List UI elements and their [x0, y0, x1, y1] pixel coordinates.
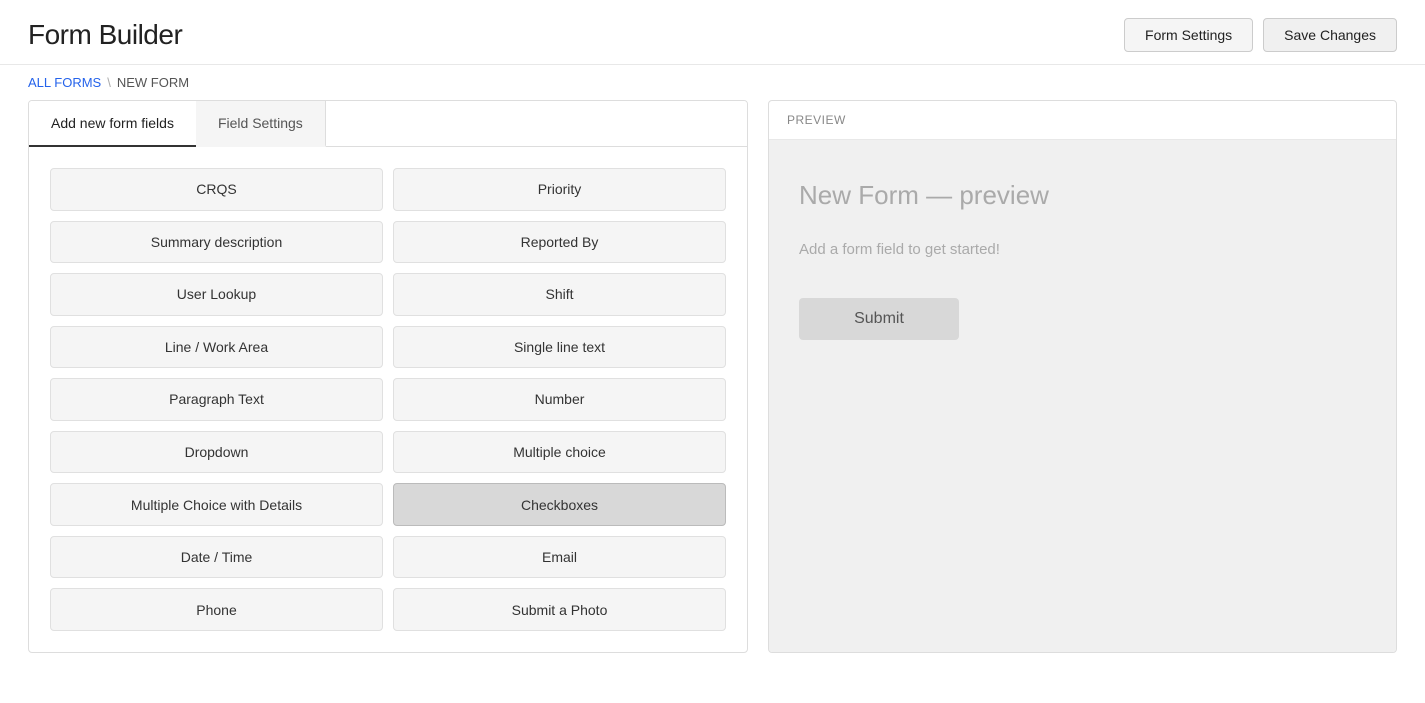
preview-title: New Form — preview	[799, 180, 1366, 211]
page-title: Form Builder	[28, 19, 182, 51]
main-layout: Add new form fields Field Settings CRQSP…	[0, 100, 1425, 673]
save-changes-button[interactable]: Save Changes	[1263, 18, 1397, 52]
tabs: Add new form fields Field Settings	[29, 101, 747, 147]
all-forms-link[interactable]: ALL FORMS	[28, 75, 101, 90]
field-btn-left[interactable]: Line / Work Area	[50, 326, 383, 369]
field-btn-left[interactable]: Dropdown	[50, 431, 383, 474]
field-btn-left[interactable]: Paragraph Text	[50, 378, 383, 421]
breadcrumb-current: NEW FORM	[117, 75, 189, 90]
field-btn-right[interactable]: Multiple choice	[393, 431, 726, 474]
field-btn-left[interactable]: Phone	[50, 588, 383, 631]
left-panel: Add new form fields Field Settings CRQSP…	[28, 100, 748, 653]
preview-body: New Form — preview Add a form field to g…	[769, 140, 1396, 652]
fields-grid: CRQSPrioritySummary descriptionReported …	[29, 147, 747, 652]
field-btn-right[interactable]: Single line text	[393, 326, 726, 369]
breadcrumb-separator: \	[107, 75, 111, 90]
field-btn-left[interactable]: CRQS	[50, 168, 383, 211]
form-settings-button[interactable]: Form Settings	[1124, 18, 1253, 52]
right-panel: PREVIEW New Form — preview Add a form fi…	[768, 100, 1397, 653]
field-btn-right[interactable]: Shift	[393, 273, 726, 316]
field-btn-left[interactable]: Date / Time	[50, 536, 383, 579]
breadcrumb: ALL FORMS \ NEW FORM	[0, 65, 1425, 100]
field-btn-right[interactable]: Submit a Photo	[393, 588, 726, 631]
field-btn-right[interactable]: Email	[393, 536, 726, 579]
field-btn-right[interactable]: Reported By	[393, 221, 726, 264]
field-btn-right[interactable]: Number	[393, 378, 726, 421]
field-btn-right[interactable]: Checkboxes	[393, 483, 726, 526]
preview-header: PREVIEW	[769, 101, 1396, 140]
preview-submit-button[interactable]: Submit	[799, 298, 959, 340]
field-btn-left[interactable]: User Lookup	[50, 273, 383, 316]
tab-add-fields[interactable]: Add new form fields	[29, 101, 196, 147]
header: Form Builder Form Settings Save Changes	[0, 0, 1425, 65]
field-btn-left[interactable]: Multiple Choice with Details	[50, 483, 383, 526]
tab-field-settings[interactable]: Field Settings	[196, 101, 326, 147]
field-btn-right[interactable]: Priority	[393, 168, 726, 211]
preview-empty-text: Add a form field to get started!	[799, 241, 1366, 258]
field-btn-left[interactable]: Summary description	[50, 221, 383, 264]
header-actions: Form Settings Save Changes	[1124, 18, 1397, 52]
